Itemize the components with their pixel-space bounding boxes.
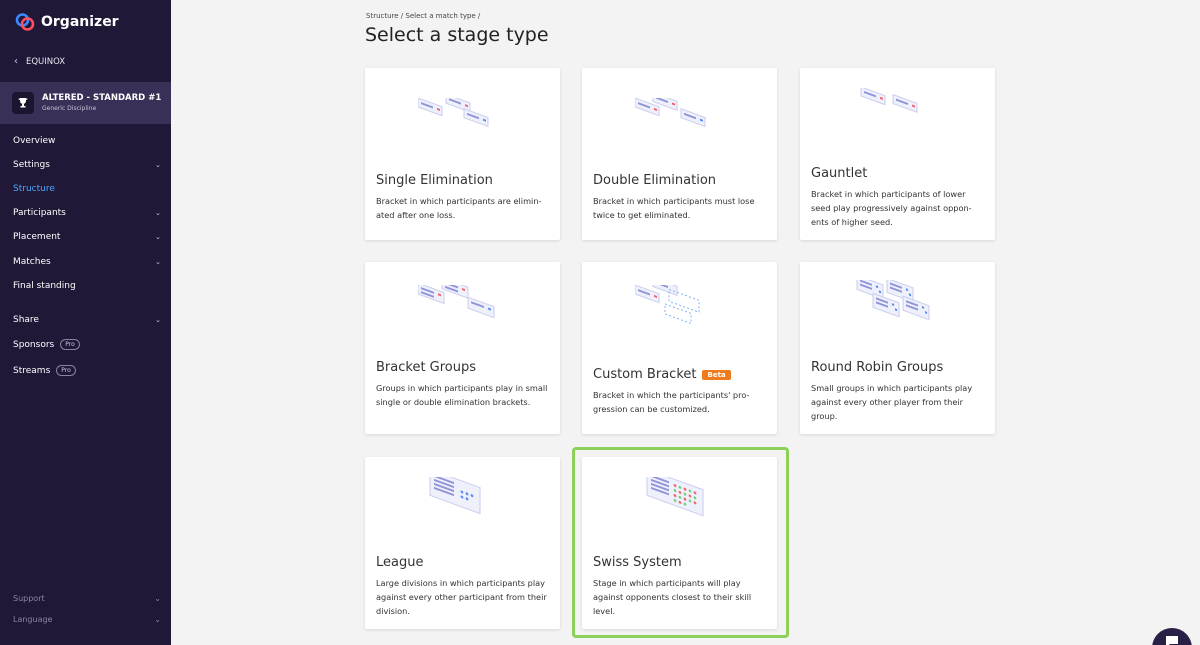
organizer-logo-icon bbox=[15, 13, 35, 31]
double-elimination-illustration bbox=[582, 88, 777, 158]
beta-badge: Beta bbox=[702, 369, 731, 380]
card-title: Double Elimination bbox=[593, 173, 717, 188]
chat-button[interactable] bbox=[1152, 628, 1192, 645]
card-description: Bracket in which participants are elimin… bbox=[376, 196, 542, 220]
sidebar-item-placement[interactable]: Placement ⌄ bbox=[13, 232, 161, 242]
sidebar-item-final-standing[interactable]: Final standing bbox=[13, 281, 161, 291]
pro-badge: Pro bbox=[56, 365, 76, 376]
stage-card-custom-bracket[interactable]: Custom Bracket Beta Bracket in which the … bbox=[582, 262, 777, 434]
chevron-down-icon: ⌄ bbox=[155, 209, 161, 217]
app-logo[interactable]: Organizer bbox=[15, 12, 119, 32]
gauntlet-illustration bbox=[800, 78, 995, 148]
stage-card-round-robin-groups[interactable]: Round Robin Groups Small groups in which… bbox=[800, 262, 995, 434]
card-title: Single Elimination bbox=[376, 173, 493, 188]
bracket-groups-illustration bbox=[365, 277, 560, 347]
tournament-name: ALTERED - STANDARD #1 bbox=[42, 93, 162, 103]
chevron-down-icon: ⌄ bbox=[155, 258, 161, 266]
sidebar-item-matches[interactable]: Matches ⌄ bbox=[13, 257, 161, 267]
card-title: Round Robin Groups bbox=[811, 360, 944, 375]
card-title: League bbox=[376, 555, 424, 570]
trophy-icon bbox=[12, 92, 34, 114]
tournament-header[interactable]: ALTERED - STANDARD #1 Generic Discipline bbox=[0, 82, 171, 124]
stage-card-single-elimination[interactable]: Single Elimination Bracket in which part… bbox=[365, 68, 560, 240]
card-description: Bracket in which participants must lose … bbox=[593, 196, 755, 220]
sidebar-item-language[interactable]: Language ⌄ bbox=[13, 615, 161, 624]
back-link[interactable]: ‹ EQUINOX bbox=[14, 56, 65, 67]
sidebar-item-structure[interactable]: Structure bbox=[13, 184, 161, 194]
round-robin-groups-illustration bbox=[800, 272, 995, 342]
app-name: Organizer bbox=[41, 14, 119, 30]
card-description: Bracket in which the participants' pro-g… bbox=[593, 390, 750, 414]
stage-card-gauntlet[interactable]: Gauntlet Bracket in which participants o… bbox=[800, 68, 995, 240]
sidebar-item-support[interactable]: Support ⌄ bbox=[13, 594, 161, 603]
sidebar-item-overview[interactable]: Overview bbox=[13, 136, 161, 146]
card-title: Bracket Groups bbox=[376, 360, 477, 375]
chevron-down-icon: ⌄ bbox=[155, 161, 161, 169]
sidebar-item-share[interactable]: Share ⌄ bbox=[13, 315, 161, 325]
sidebar: Organizer ‹ EQUINOX ALTERED - STANDARD #… bbox=[0, 0, 171, 645]
back-label: EQUINOX bbox=[26, 56, 66, 67]
stage-card-double-elimination[interactable]: Double Elimination Bracket in which part… bbox=[582, 68, 777, 240]
card-description: Small groups in which participants play … bbox=[811, 383, 973, 421]
sidebar-item-settings[interactable]: Settings ⌄ bbox=[13, 160, 161, 170]
chevron-down-icon: ⌄ bbox=[155, 233, 161, 241]
sidebar-item-streams[interactable]: Streams Pro bbox=[13, 365, 161, 376]
sidebar-item-participants[interactable]: Participants ⌄ bbox=[13, 208, 161, 218]
custom-bracket-illustration bbox=[582, 277, 777, 347]
page-title: Select a stage type bbox=[365, 24, 549, 46]
chevron-down-icon: ⌄ bbox=[154, 615, 161, 624]
single-elimination-illustration bbox=[365, 88, 560, 158]
pro-badge: Pro bbox=[60, 339, 80, 350]
tournament-discipline: Generic Discipline bbox=[42, 105, 97, 112]
card-description: Large divisions in which participants pl… bbox=[376, 578, 547, 616]
chevron-down-icon: ⌄ bbox=[155, 316, 161, 324]
card-title: Custom Bracket Beta bbox=[593, 367, 731, 382]
chat-icon bbox=[1166, 636, 1178, 645]
card-description: Groups in which participants play in sma… bbox=[376, 383, 548, 407]
chevron-left-icon: ‹ bbox=[14, 56, 18, 67]
stage-card-league[interactable]: League Large divisions in which particip… bbox=[365, 457, 560, 629]
breadcrumb[interactable]: Structure / Select a match type / bbox=[366, 12, 480, 20]
stage-card-bracket-groups[interactable]: Bracket Groups Groups in which participa… bbox=[365, 262, 560, 434]
sidebar-item-sponsors[interactable]: Sponsors Pro bbox=[13, 339, 161, 350]
card-title: Gauntlet bbox=[811, 166, 868, 181]
card-description: Bracket in which participants of lower s… bbox=[811, 189, 972, 227]
chevron-down-icon: ⌄ bbox=[154, 594, 161, 603]
selected-card-highlight bbox=[572, 447, 789, 638]
league-illustration bbox=[365, 469, 560, 539]
